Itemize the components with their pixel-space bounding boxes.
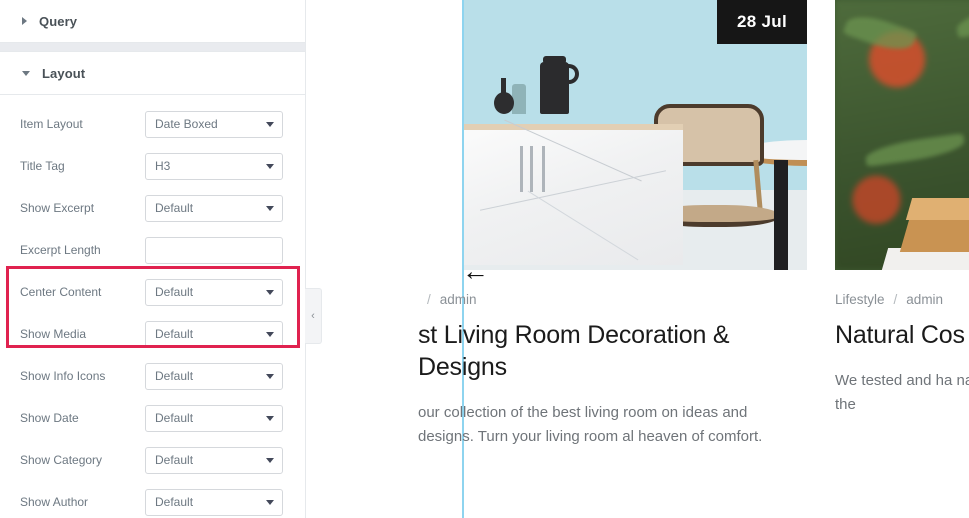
arrow-left-cursor-icon: ← — [462, 256, 489, 286]
panel-collapse-handle[interactable]: ‹ — [305, 288, 322, 344]
select-show-category[interactable]: Default — [145, 446, 283, 474]
control-label-show-media: Show Media — [20, 327, 87, 341]
control-label-show-excerpt: Show Excerpt — [20, 201, 95, 215]
select-show-author[interactable]: Default — [145, 488, 283, 516]
chevron-down-icon — [266, 500, 274, 505]
post-meta: Lifestyle / admin — [835, 292, 969, 307]
select-value-show-media: Default — [155, 327, 194, 341]
chevron-down-icon — [266, 290, 274, 295]
section-title-layout: Layout — [42, 65, 86, 81]
control-row-show-info-icons: Show Info Icons Default — [0, 355, 305, 397]
post-body: ← / admin st Living Room Decoration & Des… — [418, 258, 807, 450]
section-title-query: Query — [39, 13, 78, 29]
input-excerpt-length[interactable] — [145, 236, 283, 264]
preview-area: 28 Jul ← / admin st Living Room Decoratio… — [306, 0, 969, 518]
meta-separator: / — [893, 292, 898, 307]
control-row-show-author: Show Author Default — [0, 481, 305, 518]
select-value-show-excerpt: Default — [155, 201, 194, 215]
post-excerpt: We tested and ha natural, cruelty-fr Glo… — [835, 372, 969, 414]
control-label-show-date: Show Date — [20, 411, 79, 425]
meta-separator: / — [427, 292, 431, 307]
control-row-center-content: Center Content Default — [0, 271, 305, 313]
post-excerpt: our collection of the best living room o… — [418, 404, 763, 446]
triangle-down-icon — [22, 70, 30, 76]
screen: Query Layout Item Layout Date Boxed Titl… — [0, 0, 969, 518]
chevron-down-icon — [266, 206, 274, 211]
post-category[interactable]: Lifestyle — [835, 292, 885, 307]
chevron-down-icon — [266, 416, 274, 421]
post-card[interactable]: 28 Jul ← / admin st Living Room Decoratio… — [418, 0, 807, 518]
post-body: Lifestyle / admin Natural Cos Skin Types W… — [835, 270, 969, 418]
chevron-left-icon: ‹ — [311, 310, 315, 322]
control-label-show-author: Show Author — [20, 495, 89, 509]
post-list: 28 Jul ← / admin st Living Room Decoratio… — [418, 0, 969, 518]
layout-controls: Item Layout Date Boxed Title Tag H3 Show… — [0, 95, 305, 518]
control-label-show-info-icons: Show Info Icons — [20, 369, 106, 383]
select-value-show-date: Default — [155, 411, 194, 425]
chevron-down-icon — [266, 332, 274, 337]
control-row-show-media: Show Media Default — [0, 313, 305, 355]
control-label-title-tag: Title Tag — [20, 159, 65, 173]
cosmetics-bottle-photo — [835, 0, 969, 270]
post-title[interactable]: st Living Room Decoration & Designs — [418, 319, 807, 383]
select-value-title-tag: H3 — [155, 159, 171, 173]
select-item-layout[interactable]: Date Boxed — [145, 110, 283, 138]
select-show-media[interactable]: Default — [145, 320, 283, 348]
post-author[interactable]: admin — [440, 292, 477, 307]
chevron-down-icon — [266, 122, 274, 127]
chevron-down-icon — [266, 374, 274, 379]
select-value-show-info-icons: Default — [155, 369, 194, 383]
control-row-excerpt-length: Excerpt Length — [0, 229, 305, 271]
select-show-excerpt[interactable]: Default — [145, 194, 283, 222]
chevron-down-icon — [266, 458, 274, 463]
post-card[interactable]: Lifestyle / admin Natural Cos Skin Types W… — [835, 0, 969, 518]
post-meta: / admin — [418, 292, 807, 307]
post-date-badge: 28 Jul — [717, 0, 807, 44]
post-thumbnail[interactable] — [835, 0, 969, 270]
control-label-center-content: Center Content — [20, 285, 102, 299]
select-value-show-author: Default — [155, 495, 194, 509]
post-thumbnail[interactable]: 28 Jul — [464, 0, 807, 270]
control-row-title-tag: Title Tag H3 — [0, 145, 305, 187]
triangle-right-icon — [22, 17, 27, 25]
select-show-info-icons[interactable]: Default — [145, 362, 283, 390]
control-row-show-date: Show Date Default — [0, 397, 305, 439]
section-header-query[interactable]: Query — [0, 0, 305, 42]
select-value-center-content: Default — [155, 285, 194, 299]
control-row-item-layout: Item Layout Date Boxed — [0, 103, 305, 145]
post-title[interactable]: Natural Cos Skin Types — [835, 319, 969, 351]
control-row-show-category: Show Category Default — [0, 439, 305, 481]
control-label-show-category: Show Category — [20, 453, 103, 467]
chevron-down-icon — [266, 164, 274, 169]
settings-panel: Query Layout Item Layout Date Boxed Titl… — [0, 0, 306, 518]
section-divider — [0, 42, 305, 52]
control-label-item-layout: Item Layout — [20, 117, 83, 131]
post-author[interactable]: admin — [906, 292, 943, 307]
select-value-item-layout: Date Boxed — [155, 117, 218, 131]
select-title-tag[interactable]: H3 — [145, 152, 283, 180]
select-center-content[interactable]: Default — [145, 278, 283, 306]
select-value-show-category: Default — [155, 453, 194, 467]
control-row-show-excerpt: Show Excerpt Default — [0, 187, 305, 229]
control-label-excerpt-length: Excerpt Length — [20, 243, 101, 257]
select-show-date[interactable]: Default — [145, 404, 283, 432]
section-header-layout[interactable]: Layout — [0, 52, 305, 94]
